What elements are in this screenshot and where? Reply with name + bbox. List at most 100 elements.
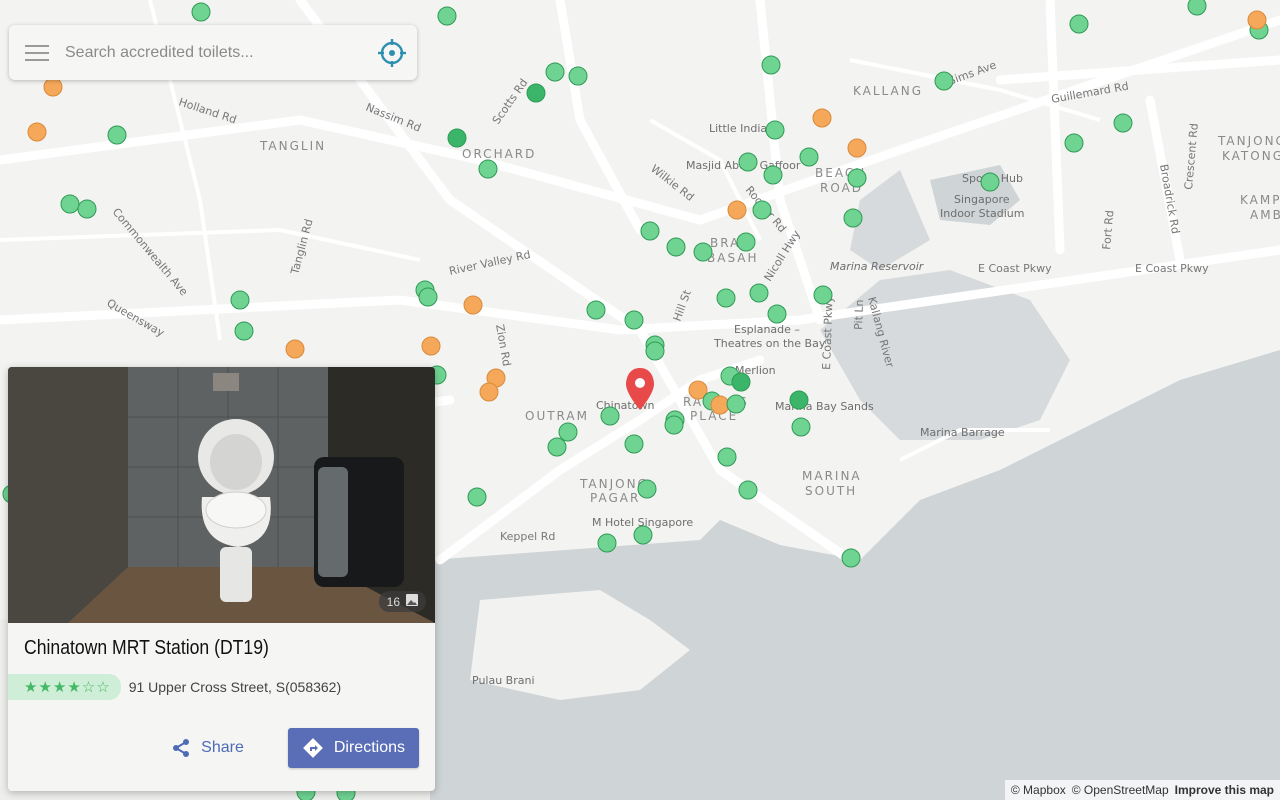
toilet-marker[interactable] — [716, 288, 736, 308]
toilet-marker[interactable] — [467, 487, 487, 507]
toilet-marker[interactable] — [765, 120, 785, 140]
toilet-marker[interactable] — [558, 422, 578, 442]
svg-text:MARINA: MARINA — [802, 469, 862, 483]
toilet-marker[interactable] — [799, 147, 819, 167]
toilet-marker[interactable] — [717, 447, 737, 467]
directions-icon — [302, 738, 323, 758]
toilet-marker[interactable] — [418, 287, 438, 307]
svg-text:Little India: Little India — [709, 122, 767, 135]
toilet-marker[interactable] — [813, 285, 833, 305]
pending-toilet-marker[interactable] — [710, 395, 730, 415]
pending-toilet-marker[interactable] — [812, 108, 832, 128]
toilet-marker[interactable] — [843, 208, 863, 228]
photo-count: 16 — [386, 594, 400, 609]
hamburger-menu-icon[interactable] — [9, 25, 65, 80]
svg-text:Marina Barrage: Marina Barrage — [920, 426, 1005, 439]
toilet-marker[interactable] — [1069, 14, 1089, 34]
svg-text:AMB: AMB — [1250, 208, 1280, 222]
pending-toilet-marker[interactable] — [847, 138, 867, 158]
toilet-marker[interactable] — [526, 83, 546, 103]
mapbox-attribution-link[interactable]: © Mapbox — [1011, 783, 1066, 797]
toilet-marker[interactable] — [77, 199, 97, 219]
search-input[interactable] — [65, 43, 367, 62]
svg-text:E Coast Pkwy: E Coast Pkwy — [1135, 262, 1209, 275]
pending-toilet-marker[interactable] — [727, 200, 747, 220]
toilet-marker[interactable] — [586, 300, 606, 320]
toilet-marker[interactable] — [752, 200, 772, 220]
toilet-marker[interactable] — [693, 242, 713, 262]
toilet-marker[interactable] — [645, 341, 665, 361]
toilet-marker[interactable] — [847, 168, 867, 188]
toilet-marker[interactable] — [789, 390, 809, 410]
toilet-marker[interactable] — [761, 55, 781, 75]
svg-text:Keppel Rd: Keppel Rd — [500, 530, 555, 543]
toilet-marker[interactable] — [191, 2, 211, 22]
toilet-marker[interactable] — [437, 6, 457, 26]
toilet-marker[interactable] — [600, 406, 620, 426]
svg-text:Esplanade –: Esplanade – — [734, 323, 800, 336]
toilet-marker[interactable] — [230, 290, 250, 310]
pending-toilet-marker[interactable] — [1247, 10, 1267, 30]
svg-text:Marina Reservoir: Marina Reservoir — [830, 260, 925, 273]
toilet-marker[interactable] — [624, 434, 644, 454]
toilet-marker[interactable] — [640, 221, 660, 241]
svg-text:ORCHARD: ORCHARD — [462, 147, 536, 161]
toilet-marker[interactable] — [731, 372, 751, 392]
toilet-marker[interactable] — [934, 71, 954, 91]
location-address: 91 Upper Cross Street, S(058362) — [128, 679, 342, 695]
toilet-marker[interactable] — [637, 479, 657, 499]
toilet-marker[interactable] — [568, 66, 588, 86]
osm-attribution-link[interactable]: © OpenStreetMap — [1072, 783, 1169, 797]
toilet-marker[interactable] — [767, 304, 787, 324]
toilet-marker[interactable] — [597, 533, 617, 553]
toilet-marker[interactable] — [726, 394, 746, 414]
star-rating: ★★★★☆☆ — [8, 674, 121, 700]
toilet-marker[interactable] — [234, 321, 254, 341]
svg-text:KAMP: KAMP — [1240, 193, 1280, 207]
toilet-marker[interactable] — [547, 437, 567, 457]
map-attribution: © Mapbox © OpenStreetMap Improve this ma… — [1004, 780, 1280, 800]
pending-toilet-marker[interactable] — [285, 339, 305, 359]
svg-text:BASAH: BASAH — [707, 251, 759, 265]
toilet-marker[interactable] — [624, 310, 644, 330]
photo-count-badge[interactable]: 16 — [378, 591, 426, 612]
toilet-marker[interactable] — [107, 125, 127, 145]
toilet-marker[interactable] — [736, 232, 756, 252]
toilet-marker[interactable] — [1113, 113, 1133, 133]
toilet-marker[interactable] — [763, 165, 783, 185]
pending-toilet-marker[interactable] — [479, 382, 499, 402]
toilet-marker[interactable] — [1187, 0, 1207, 16]
toilet-marker[interactable] — [545, 62, 565, 82]
toilet-marker[interactable] — [478, 159, 498, 179]
toilet-marker[interactable] — [738, 152, 758, 172]
toilet-marker[interactable] — [633, 525, 653, 545]
toilet-marker[interactable] — [1064, 133, 1084, 153]
toilet-marker[interactable] — [666, 237, 686, 257]
pending-toilet-marker[interactable] — [421, 336, 441, 356]
toilet-marker[interactable] — [447, 128, 467, 148]
toilet-marker[interactable] — [841, 548, 861, 568]
toilet-marker[interactable] — [60, 194, 80, 214]
svg-text:Indoor Stadium: Indoor Stadium — [940, 207, 1024, 220]
pending-toilet-marker[interactable] — [463, 295, 483, 315]
toilet-marker[interactable] — [664, 415, 684, 435]
svg-text:KALLANG: KALLANG — [853, 84, 923, 98]
share-icon — [173, 739, 190, 757]
share-button[interactable]: Share — [171, 738, 244, 758]
directions-button[interactable]: Directions — [287, 728, 419, 768]
image-icon — [406, 594, 418, 609]
svg-text:OUTRAM: OUTRAM — [525, 409, 589, 423]
locate-crosshair-icon[interactable] — [367, 25, 417, 80]
pending-toilet-marker[interactable] — [43, 77, 63, 97]
toilet-marker[interactable] — [738, 480, 758, 500]
improve-map-link[interactable]: Improve this map — [1175, 783, 1274, 797]
svg-text:TANGLIN: TANGLIN — [259, 139, 326, 153]
toilet-marker[interactable] — [980, 172, 1000, 192]
location-title: Chinatown MRT Station (DT19) — [24, 637, 269, 659]
svg-text:Pulau Brani: Pulau Brani — [472, 674, 535, 687]
toilet-marker[interactable] — [791, 417, 811, 437]
search-bar — [9, 25, 417, 80]
toilet-marker[interactable] — [749, 283, 769, 303]
toilet-photo[interactable] — [8, 367, 435, 623]
pending-toilet-marker[interactable] — [27, 122, 47, 142]
